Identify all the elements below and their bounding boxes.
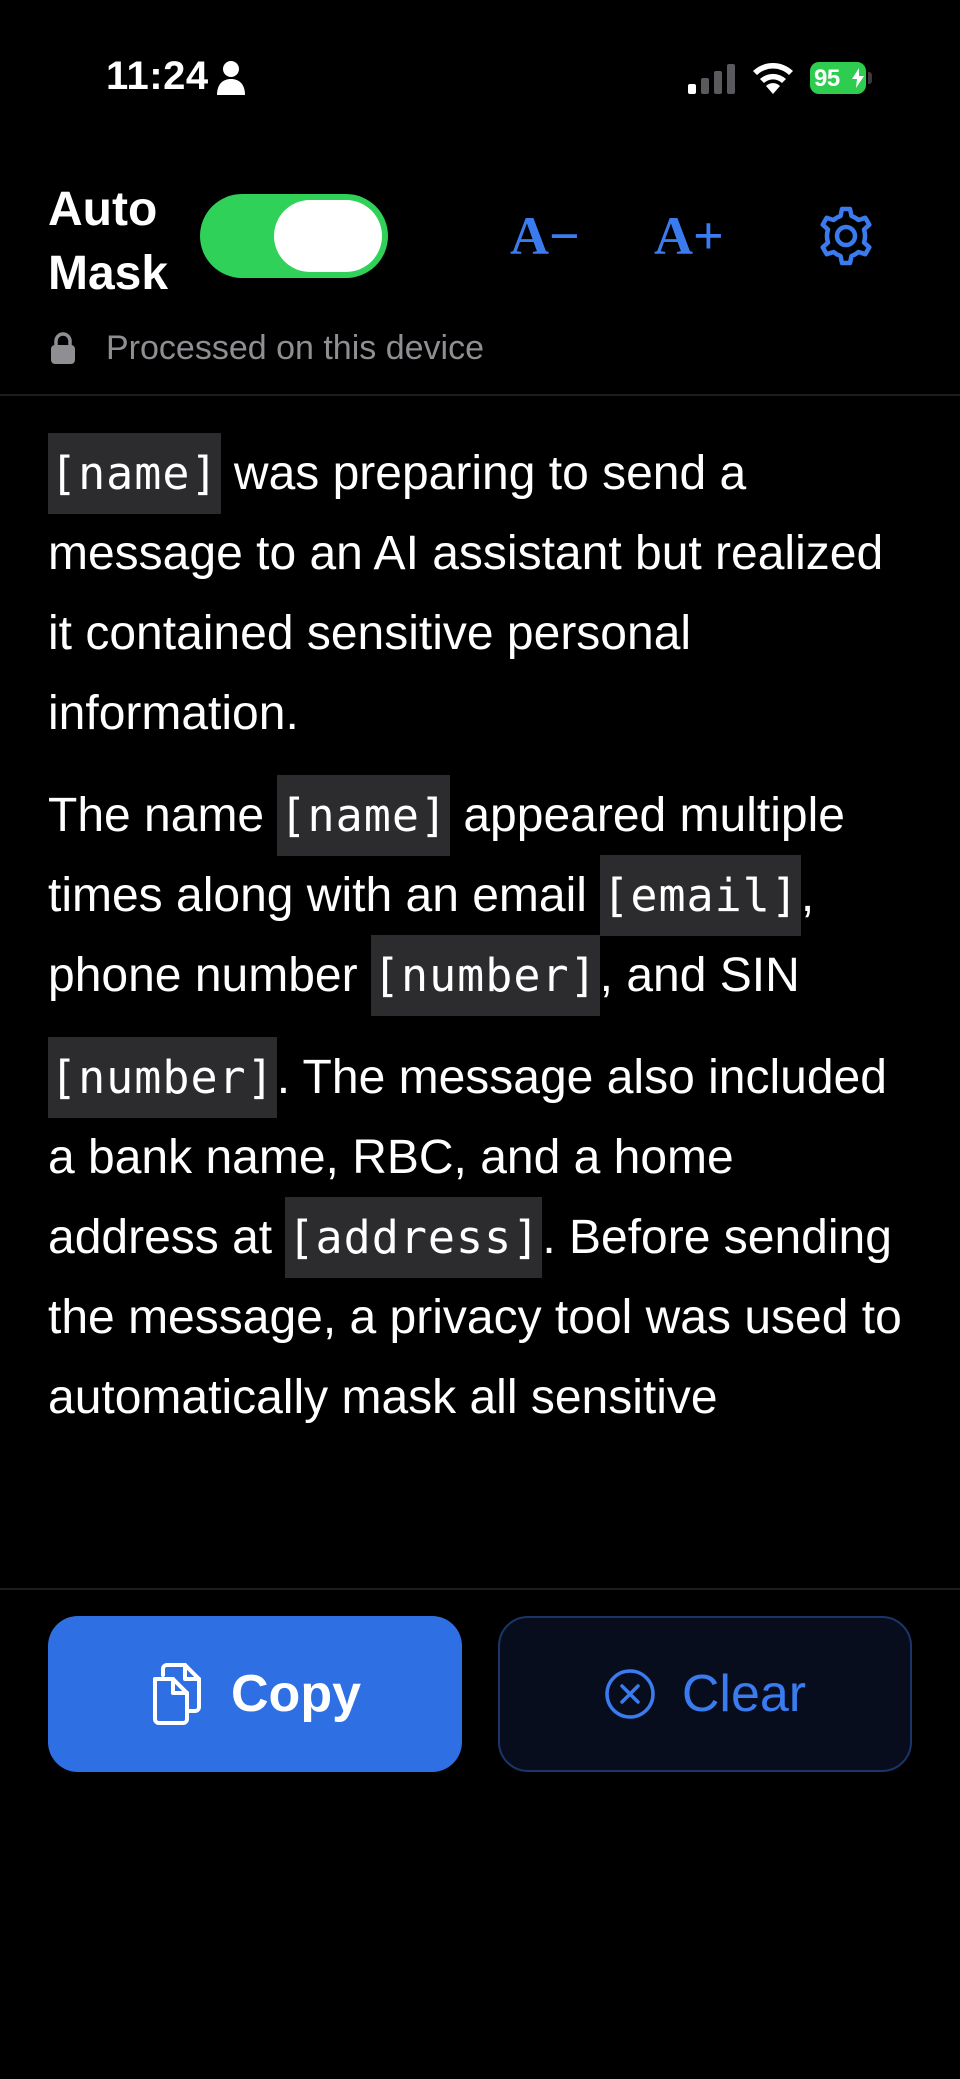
person-icon	[217, 61, 245, 95]
action-bar: Copy Clear	[0, 1588, 960, 1790]
masked-token: [name]	[48, 433, 221, 514]
masked-token: [address]	[285, 1197, 543, 1278]
header-toolbar: Auto Mask A− A+ Processed on this device	[0, 160, 960, 396]
masked-text-area[interactable]: [name] was preparing to send a message t…	[0, 396, 960, 1548]
device-note: Processed on this device	[50, 328, 484, 368]
toggle-knob	[274, 200, 382, 272]
masked-token: [name]	[277, 775, 451, 856]
text-run: The name	[48, 789, 278, 842]
paragraph: The name [name] appeared multiple times …	[48, 775, 916, 1016]
clear-button[interactable]: Clear	[498, 1616, 912, 1772]
status-bar: 11:24 95	[0, 0, 960, 160]
battery-level: 95	[814, 65, 840, 92]
copy-icon	[153, 1663, 201, 1725]
paragraph: [number]. The message also included a ba…	[48, 1037, 916, 1438]
wifi-icon	[753, 63, 793, 94]
status-time: 11:24	[106, 54, 209, 98]
copy-label: Copy	[231, 1665, 361, 1723]
masked-text: [name] was preparing to send a message t…	[48, 433, 916, 1460]
masked-token: [number]	[370, 935, 600, 1016]
device-note-text: Processed on this device	[106, 328, 484, 367]
auto-mask-toggle[interactable]	[200, 194, 388, 278]
charging-bolt-icon	[852, 68, 864, 88]
copy-button[interactable]: Copy	[48, 1616, 462, 1772]
auto-mask-label: Auto Mask	[48, 183, 169, 300]
clear-circle-x-icon	[605, 1669, 655, 1719]
paragraph: [name] was preparing to send a message t…	[48, 433, 916, 754]
text-run: , and SIN	[599, 949, 800, 1002]
increase-font-button[interactable]: A+	[654, 204, 734, 268]
masked-token: [number]	[48, 1037, 277, 1118]
battery-icon: 95	[810, 62, 872, 94]
signal-icon	[688, 64, 735, 94]
gear-icon[interactable]	[814, 204, 878, 268]
decrease-font-button[interactable]: A−	[510, 204, 590, 268]
lock-icon	[51, 332, 75, 364]
clear-label: Clear	[681, 1665, 807, 1723]
masked-token: [email]	[600, 855, 801, 936]
